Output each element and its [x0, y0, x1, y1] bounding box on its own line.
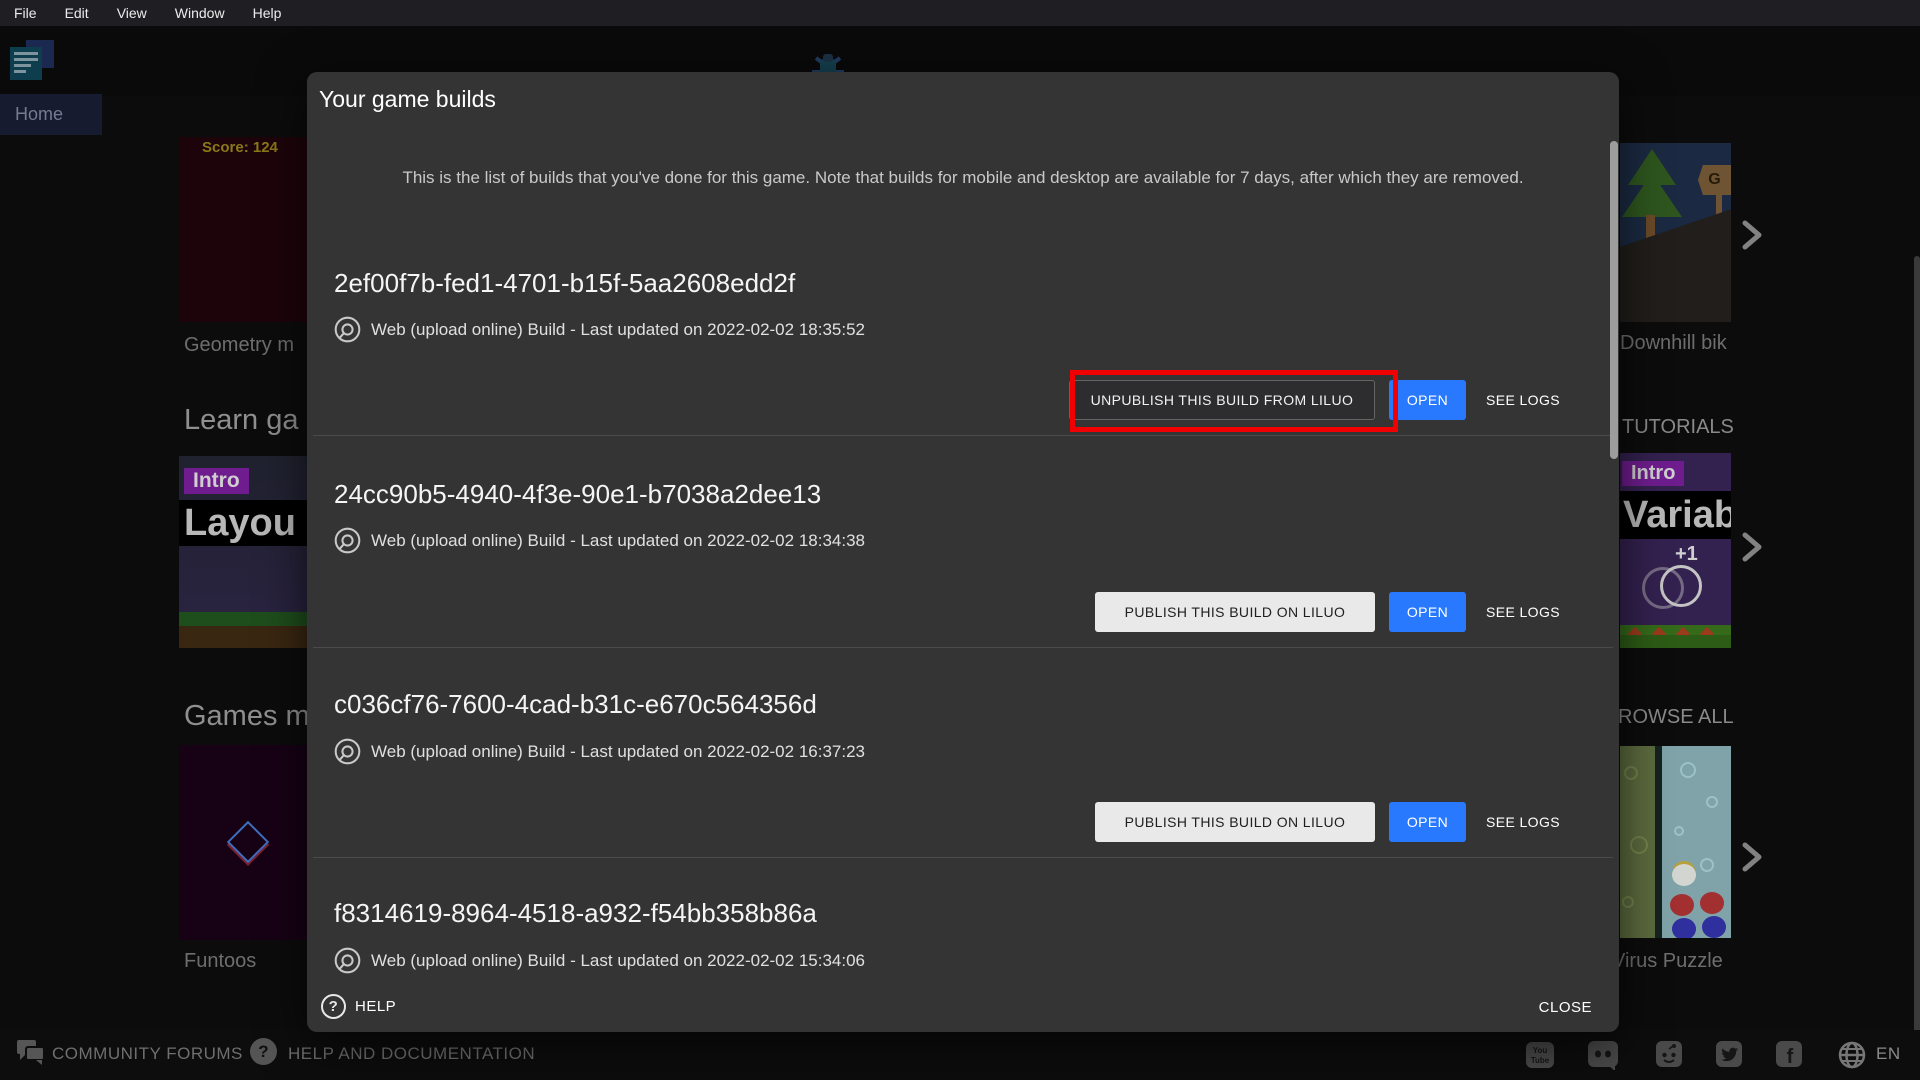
funtoos-diamond-shape: [227, 821, 269, 863]
menu-window[interactable]: Window: [161, 0, 239, 26]
chrome-browser-icon: [334, 527, 361, 554]
close-button[interactable]: CLOSE: [1539, 999, 1592, 1016]
game-thumbnail-virus-puzzle[interactable]: [1620, 746, 1731, 938]
build-info-text: Web (upload online) Build - Last updated…: [371, 531, 865, 551]
row-divider: [313, 435, 1613, 436]
svg-text:f: f: [1787, 1046, 1794, 1068]
learn-section-heading: Learn ga: [184, 404, 299, 437]
chrome-browser-icon: [334, 947, 361, 974]
language-selector[interactable]: EN: [1876, 1044, 1901, 1064]
games-section-heading: Games m: [184, 700, 310, 733]
dialog-footer: ? HELP CLOSE: [307, 986, 1619, 1032]
discord-icon[interactable]: [1587, 1040, 1621, 1070]
build-id: c036cf76-7600-4cad-b31c-e670c564356d: [334, 689, 817, 720]
annotation-rectangle: [1070, 370, 1398, 432]
tutorials-link[interactable]: TUTORIALS: [1622, 416, 1734, 439]
twitter-icon[interactable]: [1715, 1040, 1743, 1068]
help-documentation-link[interactable]: HELP AND DOCUMENTATION: [288, 1044, 535, 1064]
chrome-browser-icon: [334, 316, 361, 343]
carousel-next-icon[interactable]: [1740, 842, 1764, 872]
community-forums-link[interactable]: COMMUNITY FORUMS: [52, 1044, 243, 1064]
see-logs-button[interactable]: SEE LOGS: [1480, 802, 1566, 842]
browse-all-link[interactable]: ROWSE ALL: [1618, 706, 1734, 729]
help-question-icon: ?: [250, 1038, 277, 1065]
build-id: 2ef00f7b-fed1-4701-b15f-5aa2608edd2f: [334, 268, 795, 299]
carousel-next-icon[interactable]: [1740, 220, 1764, 250]
menu-bar: File Edit View Window Help: [0, 0, 1920, 26]
game-thumbnail-geometry-monster[interactable]: Score: 124: [179, 137, 307, 322]
geometry-monster-caption: Geometry m: [184, 334, 294, 357]
tutorial-thumbnail-layouts[interactable]: Intro Layou: [179, 456, 307, 648]
publish-build-button[interactable]: PUBLISH THIS BUILD ON LILUO: [1095, 592, 1375, 632]
build-id: f8314619-8964-4518-a932-f54bb358b86a: [334, 898, 817, 929]
svg-text:You: You: [1533, 1046, 1548, 1055]
project-tab-icon[interactable]: [10, 40, 56, 82]
sign-letter: G: [1698, 165, 1731, 195]
downhill-bike-caption: Downhill bik: [1620, 332, 1727, 355]
menu-view[interactable]: View: [103, 0, 161, 26]
row-divider: [313, 857, 1613, 858]
reddit-icon[interactable]: [1655, 1040, 1683, 1068]
forum-chat-icon: [16, 1038, 46, 1066]
help-question-icon: ?: [321, 994, 346, 1019]
see-logs-button[interactable]: SEE LOGS: [1480, 380, 1566, 420]
bottom-bar: COMMUNITY FORUMS ? HELP AND DOCUMENTATIO…: [0, 1030, 1920, 1080]
build-id: 24cc90b5-4940-4f3e-90e1-b7038a2dee13: [334, 479, 821, 510]
game-thumbnail-funtoos[interactable]: [179, 745, 307, 940]
dialog-scrollbar[interactable]: [1610, 141, 1618, 459]
tab-home[interactable]: Home: [0, 94, 102, 135]
help-button-label: HELP: [355, 998, 396, 1015]
dialog-title: Your game builds: [319, 86, 496, 113]
open-build-button[interactable]: OPEN: [1389, 592, 1466, 632]
virus-puzzle-caption: Virus Puzzle: [1612, 950, 1723, 973]
score-text: Score: 124: [202, 139, 278, 156]
row-divider: [313, 647, 1613, 648]
variables-title: Variab: [1620, 491, 1731, 539]
game-thumbnail-downhill-bike[interactable]: G: [1620, 143, 1731, 322]
see-logs-button[interactable]: SEE LOGS: [1480, 592, 1566, 632]
dialog-description: This is the list of builds that you've d…: [363, 164, 1563, 192]
build-info-text: Web (upload online) Build - Last updated…: [371, 320, 865, 340]
build-info: Web (upload online) Build - Last updated…: [334, 738, 865, 765]
youtube-icon[interactable]: You Tube: [1524, 1040, 1556, 1070]
menu-edit[interactable]: Edit: [51, 0, 103, 26]
window-scrollbar[interactable]: [1914, 256, 1920, 1080]
carousel-next-icon[interactable]: [1740, 532, 1764, 562]
build-info: Web (upload online) Build - Last updated…: [334, 316, 865, 343]
svg-text:Tube: Tube: [1531, 1056, 1550, 1065]
build-info-text: Web (upload online) Build - Last updated…: [371, 951, 865, 971]
publish-build-button[interactable]: PUBLISH THIS BUILD ON LILUO: [1095, 802, 1375, 842]
home-tab-label: Home: [0, 94, 102, 135]
funtoos-caption: Funtoos: [184, 950, 256, 973]
intro-badge: Intro: [1622, 461, 1684, 486]
open-build-button[interactable]: OPEN: [1389, 380, 1466, 420]
build-info: Web (upload online) Build - Last updated…: [334, 947, 865, 974]
game-builds-dialog: Your game builds This is the list of bui…: [307, 72, 1619, 1032]
intro-badge: Intro: [184, 468, 249, 494]
build-info-text: Web (upload online) Build - Last updated…: [371, 742, 865, 762]
build-info: Web (upload online) Build - Last updated…: [334, 527, 865, 554]
plus-one-text: +1: [1675, 543, 1698, 566]
language-globe-icon[interactable]: [1837, 1040, 1867, 1070]
menu-file[interactable]: File: [0, 0, 51, 26]
facebook-icon[interactable]: f: [1775, 1040, 1803, 1068]
menu-help[interactable]: Help: [239, 0, 296, 26]
chrome-browser-icon: [334, 738, 361, 765]
layouts-title: Layou: [179, 500, 307, 546]
open-build-button[interactable]: OPEN: [1389, 802, 1466, 842]
tutorial-thumbnail-variables[interactable]: Intro Variab +1: [1620, 453, 1731, 648]
help-button[interactable]: ? HELP: [321, 994, 396, 1019]
